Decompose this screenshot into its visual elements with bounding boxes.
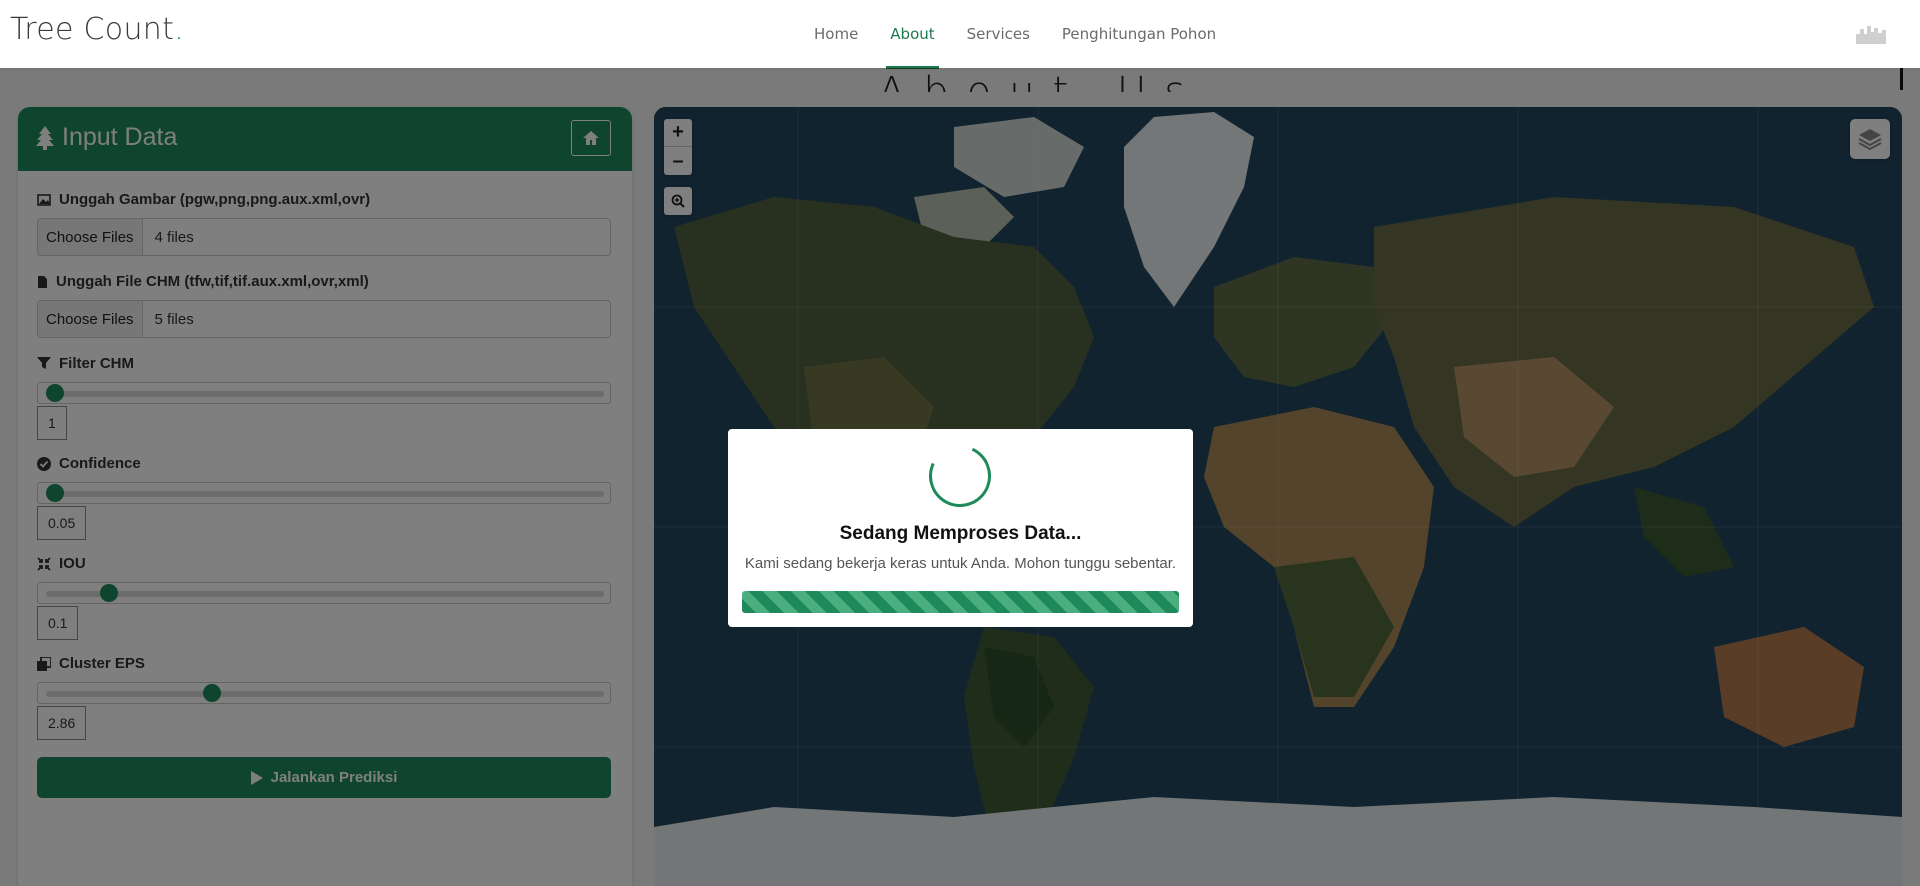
modal-message: Kami sedang bekerja keras untuk Anda. Mo… [744,555,1177,572]
nav-home[interactable]: Home [812,19,860,49]
modal-backdrop-top [0,68,1920,90]
brand-logo[interactable]: Tree Count. [10,12,184,47]
progress-bar [742,591,1179,613]
loading-spinner [920,436,1000,516]
nav-links: Home About Services Penghitungan Pohon [812,0,1218,69]
brand-name: Tree Count [10,12,175,47]
top-navbar: Tree Count. Home About Services Penghitu… [0,0,1920,69]
nav-penghitungan-pohon[interactable]: Penghitungan Pohon [1060,19,1218,49]
nav-services[interactable]: Services [965,19,1032,49]
nav-about[interactable]: About [886,19,940,69]
processing-modal: Sedang Memproses Data... Kami sedang bek… [728,429,1193,627]
city-icon[interactable] [1854,20,1888,46]
modal-title: Sedang Memproses Data... [839,523,1082,544]
brand-dot: . [174,12,184,47]
